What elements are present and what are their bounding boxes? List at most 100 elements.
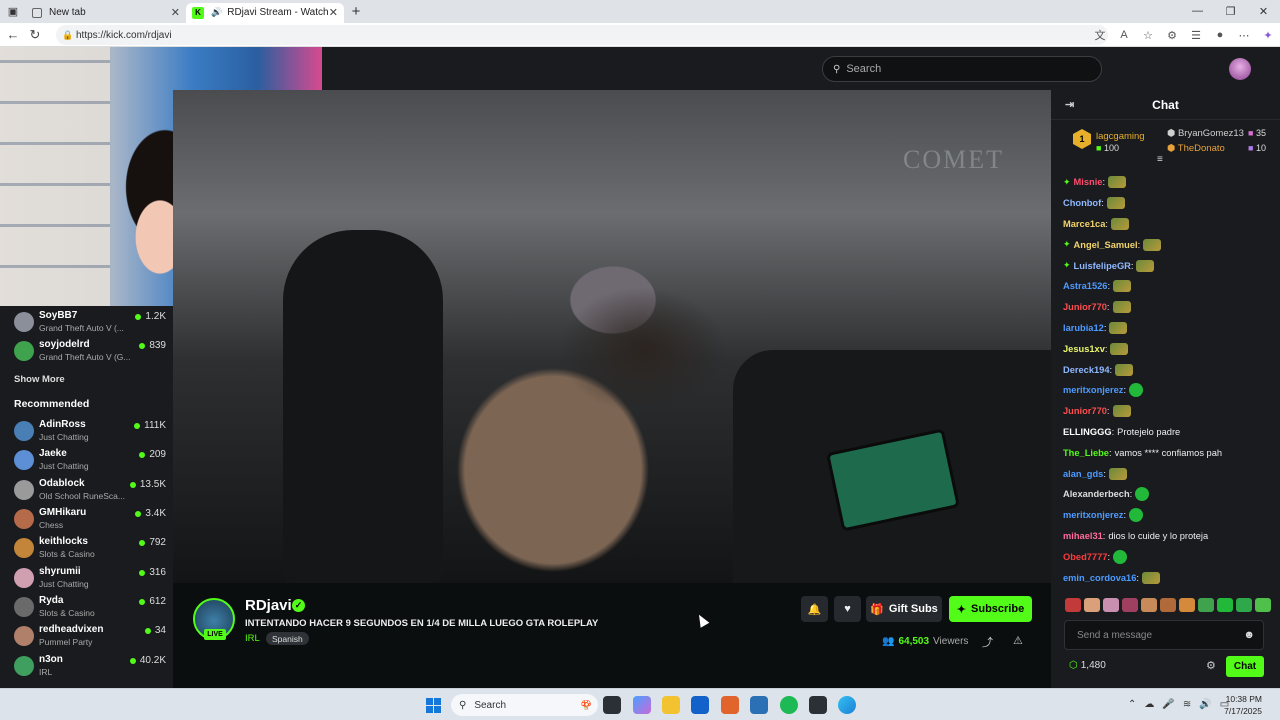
sidebar-channel[interactable]: redheadvixen Pummel Party 34 (12, 622, 166, 650)
sidebar-channel[interactable]: soyjodelrd Grand Theft Auto V (G... 839 (12, 337, 166, 365)
chat-username[interactable]: Misnie (1074, 177, 1103, 187)
emote-icon[interactable] (1084, 598, 1100, 612)
emote-icon[interactable] (1122, 598, 1138, 612)
chat-username[interactable]: larubia12 (1063, 323, 1104, 333)
subscribe-button[interactable]: ✦ Subscribe (949, 596, 1032, 622)
chat-username[interactable]: Junior770 (1063, 302, 1107, 312)
restore-icon[interactable]: ❐ (1214, 0, 1247, 22)
chat-username[interactable]: Angel_Samuel (1074, 240, 1138, 250)
speaker-icon[interactable]: 🔊 (211, 7, 222, 18)
search-input[interactable]: ⚲ Search (822, 56, 1102, 82)
app-icon[interactable] (809, 696, 827, 714)
chat-username[interactable]: Astra1526 (1063, 281, 1107, 291)
sidebar-channel[interactable]: n3on IRL 40.2K (12, 652, 166, 680)
chat-username[interactable]: Jesus1xv (1063, 344, 1105, 354)
sidebar-channel[interactable]: keithlocks Slots & Casino 792 (12, 534, 166, 562)
sidebar-channel[interactable]: SoyBB7 Grand Theft Auto V (... 1.2K (12, 308, 166, 336)
cloud-icon[interactable]: ☁ (1144, 699, 1154, 710)
leaderboard-name[interactable]: ⬢ TheDonato (1167, 143, 1225, 154)
chat-username[interactable]: Dereck194 (1063, 365, 1110, 375)
chat-username[interactable]: LuisfelipeGR (1074, 261, 1131, 271)
chat-username[interactable]: The_Liebe (1063, 448, 1109, 458)
emote-icon[interactable] (1160, 598, 1176, 612)
taskbar-search[interactable]: ⚲ Search 🍄 (451, 694, 598, 716)
volume-icon[interactable]: 🔊 (1199, 699, 1211, 710)
user-avatar[interactable] (1229, 58, 1251, 80)
close-window-icon[interactable]: ✕ (1247, 0, 1280, 22)
taskbar-clock[interactable]: 10:38 PM 7/17/2025 (1222, 693, 1262, 717)
refresh-icon[interactable]: ↻ (24, 27, 46, 43)
emoji-picker-icon[interactable]: ☻ (1243, 629, 1255, 641)
tab-new-tab[interactable]: New tab ✕ (26, 3, 186, 23)
task-view-icon[interactable] (603, 696, 621, 714)
sidebar-channel[interactable]: Odablock Old School RuneSca... 13.5K (12, 476, 166, 504)
close-tab-icon[interactable]: ✕ (171, 6, 180, 19)
emote-icon[interactable] (1141, 598, 1157, 612)
gift-subs-button[interactable]: 🎁 Gift Subs (866, 596, 942, 622)
leaderboard-name[interactable]: ⬢ BryanGomez13 (1167, 128, 1244, 139)
favorite-star-icon[interactable]: ☆ (1136, 29, 1160, 42)
back-icon[interactable]: ← (2, 27, 24, 42)
profile-icon[interactable]: ● (1208, 29, 1232, 41)
tab-actions-icon[interactable]: ▣ (0, 0, 26, 23)
chat-message-input[interactable]: Send a message ☻ (1064, 620, 1264, 650)
spotify-icon[interactable] (780, 696, 798, 714)
sidebar-channel[interactable]: Ryda Slots & Casino 612 (12, 593, 166, 621)
translate-icon[interactable]: 文 (1088, 27, 1112, 43)
file-explorer-icon[interactable] (662, 696, 680, 714)
share-icon[interactable]: ⤴ (982, 634, 993, 650)
chat-username[interactable]: meritxonjerez (1063, 510, 1123, 520)
emote-icon[interactable] (1217, 598, 1233, 612)
report-warning-icon[interactable]: ⚠ (1013, 634, 1023, 647)
chat-username[interactable]: Marce1ca (1063, 219, 1105, 229)
collapse-chat-icon[interactable]: ⇥ (1065, 98, 1074, 111)
sidebar-channel[interactable]: Jaeke Just Chatting 209 (12, 446, 166, 474)
show-more-link[interactable]: Show More (14, 374, 65, 385)
channel-points[interactable]: ⬡ 1,480 (1069, 660, 1106, 671)
edge-browser-icon[interactable] (838, 696, 856, 714)
microphone-icon[interactable]: 🎤 (1162, 699, 1174, 710)
emote-icon[interactable] (1179, 598, 1195, 612)
url-field[interactable]: 🔒 https://kick.com/rdjavi (56, 25, 1108, 45)
chat-username[interactable]: Junior770 (1063, 406, 1107, 416)
follow-heart-button[interactable]: ♥ (834, 596, 861, 622)
chat-username[interactable]: emin_cordova16 (1063, 573, 1136, 583)
emote-icon[interactable] (1198, 598, 1214, 612)
send-chat-button[interactable]: Chat (1226, 656, 1264, 677)
store-icon[interactable] (750, 696, 768, 714)
sidebar-channel[interactable]: shyrumii Just Chatting 316 (12, 564, 166, 592)
emote-icon[interactable] (1236, 598, 1252, 612)
app-icon[interactable] (721, 696, 739, 714)
chat-username[interactable]: Chonbof (1063, 198, 1101, 208)
sidebar-channel[interactable]: GMHikaru Chess 3.4K (12, 505, 166, 533)
new-tab-button[interactable]: + (344, 3, 368, 20)
expand-leaderboard-icon[interactable]: ≡ (1157, 154, 1163, 165)
close-tab-icon[interactable]: ✕ (329, 6, 338, 19)
emote-icon[interactable] (1103, 598, 1119, 612)
category-link[interactable]: IRL (245, 633, 260, 644)
windows-start-icon[interactable] (426, 698, 441, 713)
chat-username[interactable]: Alexanderbech (1063, 489, 1130, 499)
outlook-icon[interactable] (691, 696, 709, 714)
chat-username[interactable]: Obed7777 (1063, 552, 1107, 562)
chat-username[interactable]: meritxonjerez (1063, 385, 1123, 395)
video-player[interactable]: COMET (173, 90, 1051, 583)
sidebar-channel[interactable]: AdinRoss Just Chatting 111K (12, 417, 166, 445)
collections-icon[interactable]: ☰ (1184, 29, 1208, 42)
chat-settings-gear-icon[interactable]: ⚙ (1206, 659, 1216, 672)
more-menu-icon[interactable]: ⋯ (1232, 29, 1256, 42)
notification-bell-button[interactable]: 🔔 (801, 596, 828, 622)
wifi-icon[interactable]: ≋ (1183, 699, 1191, 710)
streamer-name[interactable]: RDjavi (245, 597, 292, 614)
copilot-app-icon[interactable] (633, 696, 651, 714)
language-tag[interactable]: Spanish (266, 632, 309, 645)
emote-icon[interactable] (1065, 598, 1081, 612)
chat-username[interactable]: ELLINGGG (1063, 427, 1112, 437)
tab-rdjavi-stream[interactable]: K 🔊 RDjavi Stream - Watch Live o ✕ (186, 2, 344, 23)
chat-username[interactable]: alan_gds (1063, 469, 1103, 479)
chevron-up-icon[interactable]: ⌃ (1128, 699, 1136, 710)
emote-icon[interactable] (1255, 598, 1271, 612)
extensions-icon[interactable]: ⚙ (1160, 29, 1184, 42)
read-aloud-icon[interactable]: A (1112, 29, 1136, 41)
chat-username[interactable]: mihael31 (1063, 531, 1103, 541)
